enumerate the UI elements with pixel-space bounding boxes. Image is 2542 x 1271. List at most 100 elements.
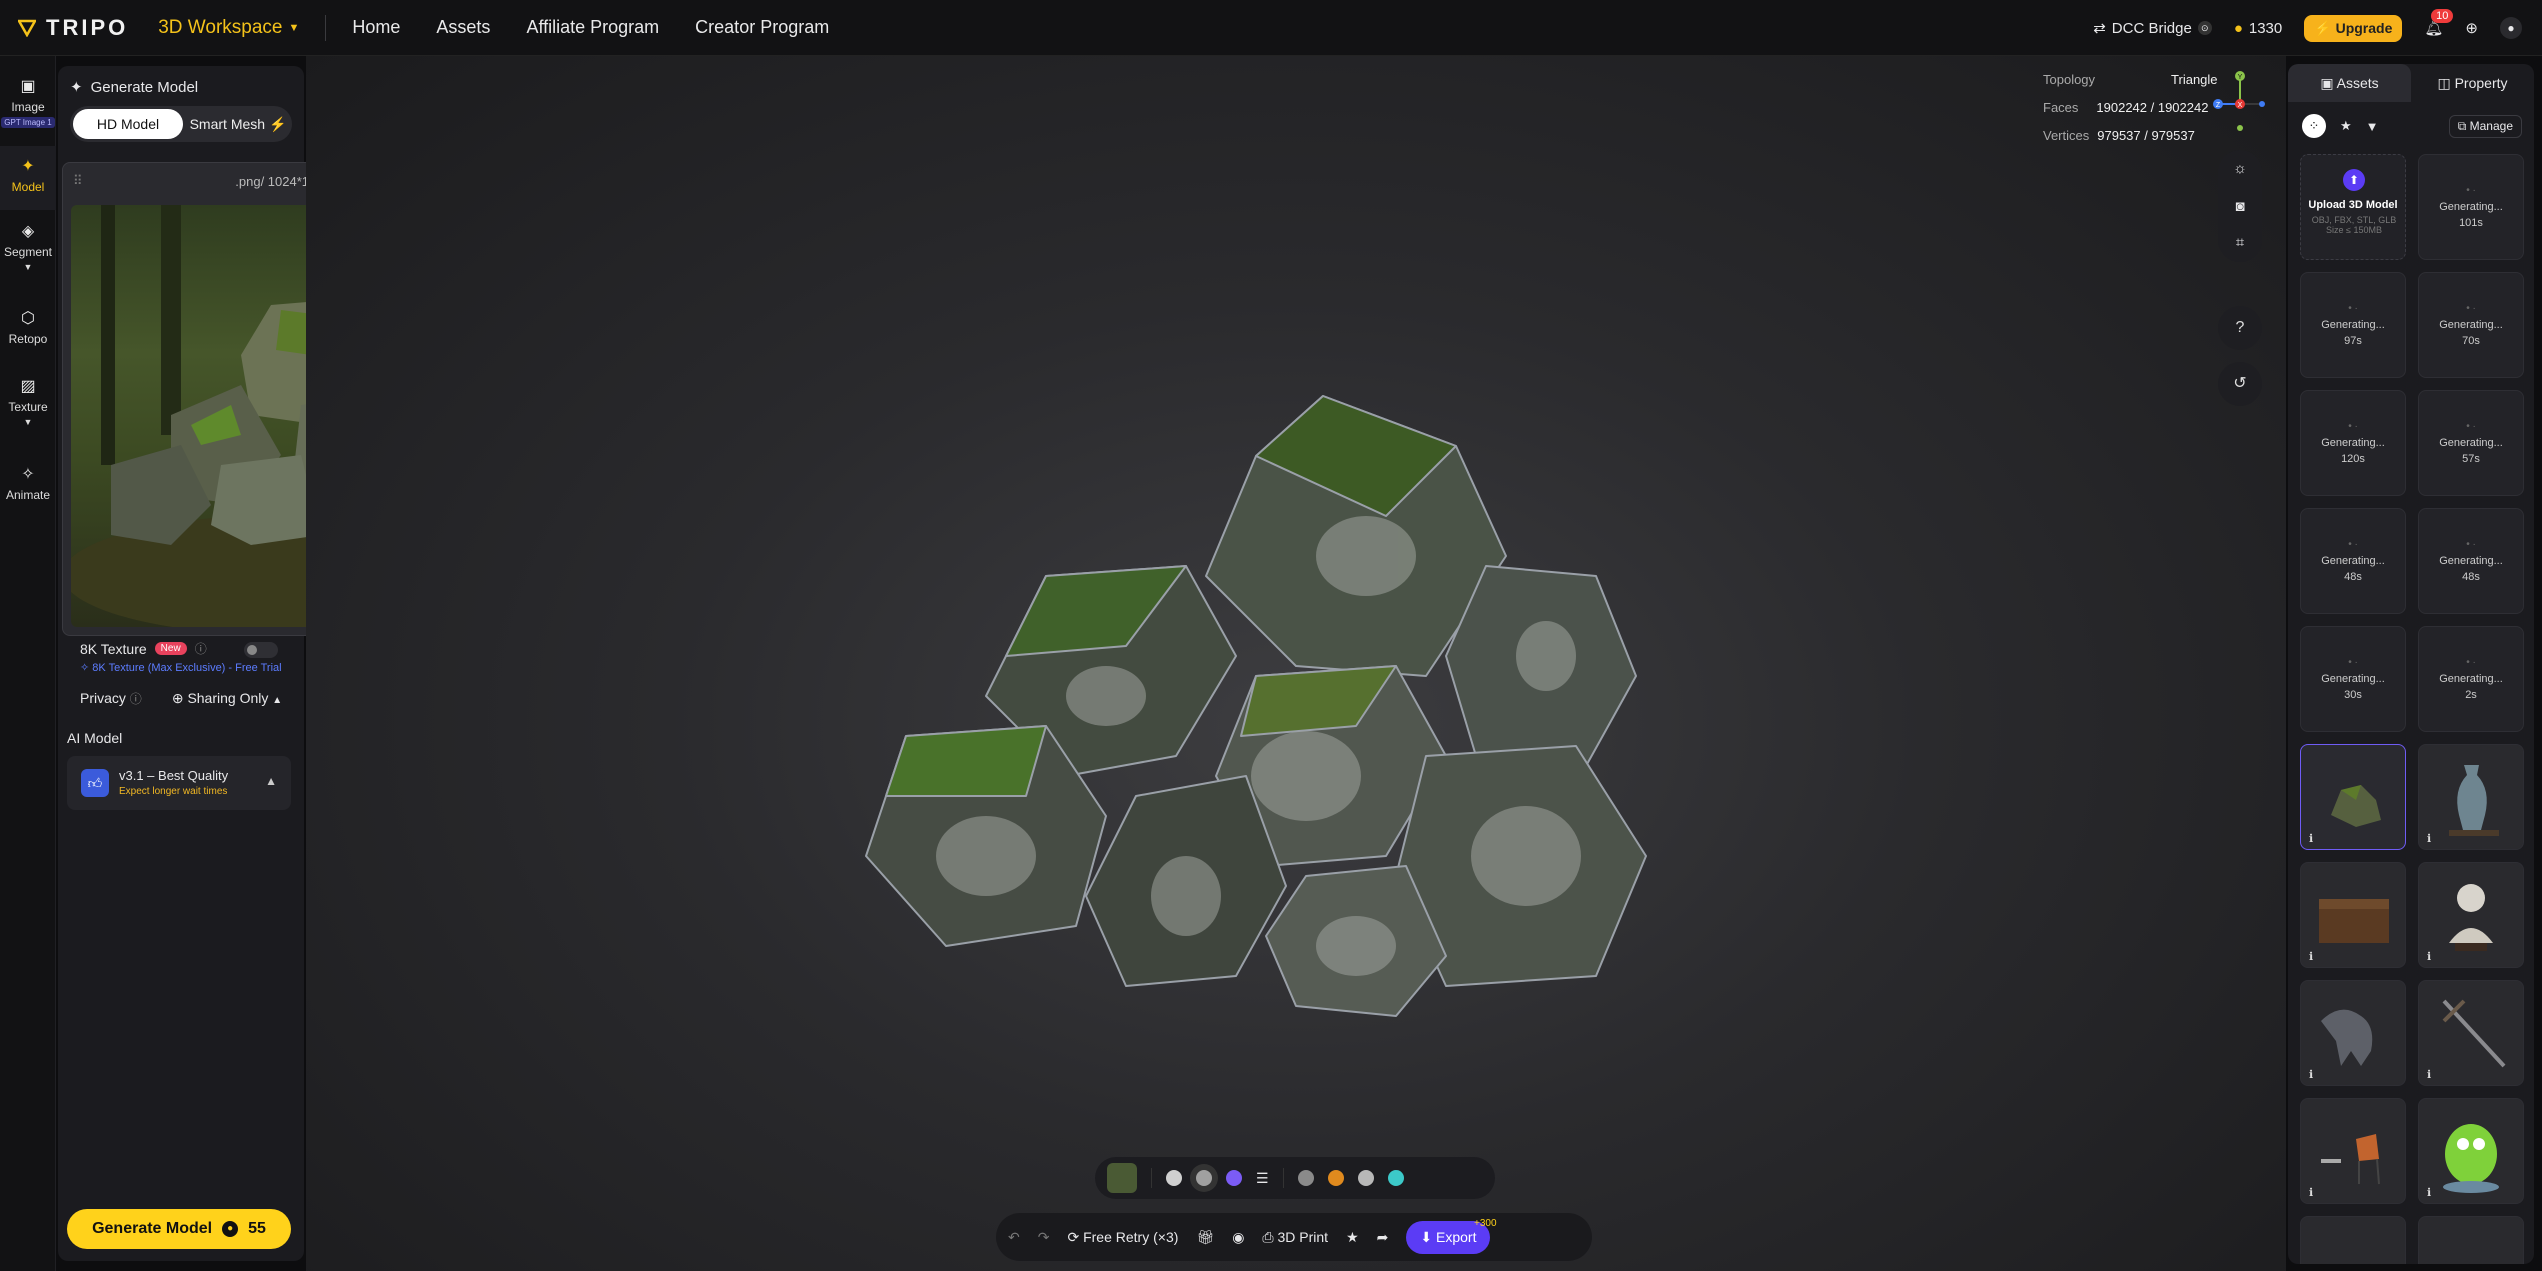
right-tabs: ▣ Assets ◫ Property [2288, 64, 2534, 102]
rail-model[interactable]: ✦ Model [0, 146, 56, 210]
swatch-normal[interactable] [1226, 1170, 1242, 1186]
grid-icon[interactable]: ⁘ [2302, 114, 2326, 138]
swatch-gray[interactable] [1297, 1170, 1314, 1186]
user-avatar-icon[interactable]: ● [2500, 17, 2522, 39]
smart-mesh-tab[interactable]: Smart Mesh ⚡ [188, 109, 288, 139]
history-icon[interactable]: ↺ [2218, 362, 2262, 406]
swatch-textured-active[interactable] [1196, 1170, 1212, 1186]
gift-icon[interactable]: 🎁︎ [1196, 1229, 1214, 1246]
vase-thumbnail [2449, 765, 2499, 836]
swatch-silver[interactable] [1357, 1170, 1374, 1186]
generating-card[interactable]: • · Generating... 120s [2300, 390, 2406, 496]
generating-card[interactable]: • · Generating... 97s [2300, 272, 2406, 378]
asset-thumb-creature[interactable]: ℹ [2300, 980, 2406, 1086]
globe-icon[interactable]: ⊕ [2465, 19, 2478, 37]
rail-texture[interactable]: ▨ Texture ▼ [0, 376, 56, 428]
rail-animate[interactable]: ✧ Animate [0, 464, 56, 502]
help-icon[interactable]: ? [2218, 306, 2262, 350]
asset-thumb-bust[interactable]: ℹ [2418, 862, 2524, 968]
texture-8k-subtext: ✧ 8K Texture (Max Exclusive) - Free Tria… [80, 661, 282, 674]
generating-card[interactable]: • · Generating... 48s [2418, 508, 2524, 614]
generating-card[interactable]: • · Generating... 2s [2418, 626, 2524, 732]
nav-home[interactable]: Home [352, 17, 400, 38]
tripo-logo[interactable]: TRIPO [18, 15, 128, 41]
manage-button[interactable]: ⧉ Manage [2448, 114, 2522, 138]
upload-3d-model-card[interactable]: ⬆ Upload 3D Model OBJ, FBX, STL, GLB Size… [2300, 154, 2406, 260]
share-icon[interactable]: ➦ [1377, 1229, 1389, 1246]
info-icon[interactable]: ℹ [2309, 832, 2313, 845]
info-icon[interactable]: ℹ [2427, 832, 2431, 845]
sparkle-icon: ✦ [70, 79, 83, 96]
globe-icon: ⊕ [171, 690, 184, 706]
generating-card[interactable]: • · Generating... 48s [2300, 508, 2406, 614]
crop-icon[interactable]: ⌗ [2218, 234, 2262, 251]
sliders-icon[interactable]: ☰ [1256, 1170, 1269, 1187]
tab-assets[interactable]: ▣ Assets [2288, 64, 2411, 102]
asset-thumb-mossy-rocks[interactable]: ℹ [2300, 744, 2406, 850]
rail-retopo[interactable]: ⬡ Retopo [0, 308, 56, 346]
star-icon[interactable]: ★ [1346, 1229, 1359, 1246]
info-icon[interactable]: ℹ [2427, 1068, 2431, 1081]
info-icon[interactable]: ⓘ [195, 640, 207, 657]
generating-card[interactable]: • · Generating... 30s [2300, 626, 2406, 732]
info-icon[interactable]: ℹ [2427, 1186, 2431, 1199]
new-badge: New [154, 642, 187, 655]
info-icon[interactable]: ℹ [2309, 1068, 2313, 1081]
asset-thumb-partial[interactable] [2418, 1216, 2524, 1264]
ai-model-selector[interactable]: 👍︎ v3.1 – Best Quality Expect longer wai… [67, 756, 291, 810]
upgrade-button[interactable]: ⚡ Upgrade [2304, 14, 2403, 42]
print-button[interactable]: ⎙ 3D Print [1262, 1229, 1328, 1246]
swatch-white-clay[interactable] [1166, 1170, 1182, 1186]
generating-card[interactable]: • · Generating... 57s [2418, 390, 2524, 496]
hd-model-tab[interactable]: HD Model [73, 109, 183, 139]
swatch-orange[interactable] [1327, 1170, 1344, 1186]
swatch-cyan[interactable] [1387, 1170, 1404, 1186]
info-icon[interactable]: ℹ [2309, 1186, 2313, 1199]
asset-thumb-chair[interactable]: ℹ [2300, 1098, 2406, 1204]
axis-gizmo[interactable]: Y Z X [2210, 66, 2270, 136]
free-retry-button[interactable]: ⟳ Free Retry (×3) [1067, 1229, 1178, 1246]
eye-icon[interactable]: ◉ [1232, 1229, 1244, 1246]
rail-image[interactable]: ▣ Image GPT Image 1 [0, 76, 56, 128]
camera-icon[interactable]: ◙ [2218, 198, 2262, 215]
light-icon[interactable]: ☼ [2218, 160, 2262, 177]
credits[interactable]: ● 1330 [2234, 20, 2282, 37]
asset-thumb-sword[interactable]: ℹ [2418, 980, 2524, 1086]
asset-thumb-vase[interactable]: ℹ [2418, 744, 2524, 850]
workspace-dropdown[interactable]: 3D Workspace ▼ [158, 17, 299, 39]
redo-icon[interactable]: ↷ [1038, 1229, 1050, 1246]
rail-texture-label: Texture [8, 400, 48, 414]
nav-affiliate-program[interactable]: Affiliate Program [526, 17, 659, 38]
logo-icon [18, 19, 36, 37]
3d-viewport[interactable] [306, 56, 2286, 1271]
asset-thumb-green-monster[interactable]: ℹ [2418, 1098, 2524, 1204]
undo-icon[interactable]: ↶ [1008, 1229, 1020, 1246]
generating-card[interactable]: • · Generating... 70s [2418, 272, 2524, 378]
info-icon[interactable]: ℹ [2309, 950, 2313, 963]
texture-8k-toggle[interactable] [244, 642, 278, 658]
tab-property[interactable]: ◫ Property [2411, 64, 2534, 102]
dcc-bridge-label: DCC Bridge [2111, 19, 2192, 37]
ai-model-label: AI Model [67, 730, 123, 746]
privacy-row: Privacy ⓘ ⊕ Sharing Only ▲ [80, 690, 282, 707]
generate-model-button[interactable]: Generate Model ● 55 [67, 1209, 291, 1249]
rail-segment[interactable]: ◈ Segment ▼ [0, 221, 56, 273]
dcc-bridge-button[interactable]: ⇄ DCC Bridge ⊙ [2093, 19, 2212, 37]
nav-assets[interactable]: Assets [436, 17, 490, 38]
generating-status: Generating... 97s [2321, 319, 2385, 347]
generate-model-title: Generate Model [90, 78, 199, 96]
model-thumbnail[interactable] [1107, 1163, 1137, 1193]
notifications-button[interactable]: 🔔︎ 10 [2424, 9, 2454, 37]
logo-text: TRIPO [46, 14, 129, 40]
star-icon[interactable]: ★ [2340, 118, 2352, 134]
asset-thumb-chest[interactable]: ℹ [2300, 862, 2406, 968]
asset-thumb-partial[interactable] [2300, 1216, 2406, 1264]
topology-row: Topology Triangle [2043, 72, 2218, 87]
info-icon[interactable]: ℹ [2427, 950, 2431, 963]
rail-segment-label: Segment [3, 245, 53, 259]
generating-card[interactable]: • · Generating... 101s [2418, 154, 2524, 260]
nav-creator-program[interactable]: Creator Program [695, 17, 829, 38]
filter-icon[interactable]: ▼ [2366, 119, 2379, 134]
privacy-dropdown[interactable]: ⊕ Sharing Only ▲ [172, 690, 282, 707]
lightning-icon: ⚡ [2314, 19, 2332, 36]
